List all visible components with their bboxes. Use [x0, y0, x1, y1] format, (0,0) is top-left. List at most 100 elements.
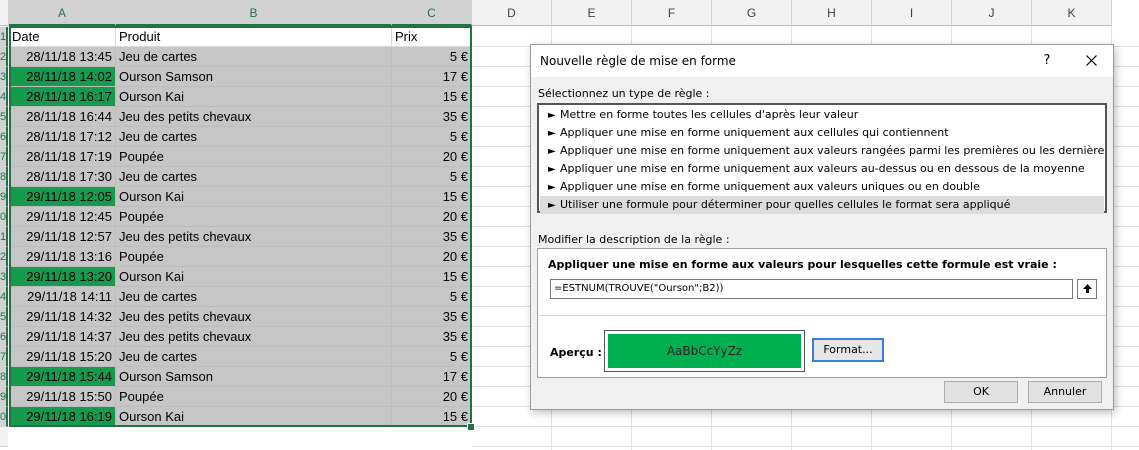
price-cell[interactable]: 15 €: [392, 267, 472, 287]
product-cell[interactable]: Ourson Kai: [116, 87, 392, 107]
date-cell[interactable]: 28/11/18 16:44: [9, 107, 116, 127]
close-button[interactable]: [1079, 50, 1103, 72]
column-header-h[interactable]: H: [792, 0, 872, 26]
product-cell[interactable]: Ourson Kai: [116, 187, 392, 207]
corner-cell[interactable]: [0, 0, 9, 26]
rule-type-item[interactable]: ► Appliquer une mise en forme uniquement …: [540, 178, 1104, 196]
date-cell[interactable]: 29/11/18 13:16: [9, 247, 116, 267]
price-cell[interactable]: 35 €: [392, 227, 472, 247]
price-cell[interactable]: 5 €: [392, 167, 472, 187]
date-cell[interactable]: 29/11/18 14:11: [9, 287, 116, 307]
price-cell[interactable]: 35 €: [392, 307, 472, 327]
row-header[interactable]: 9: [0, 187, 8, 207]
product-cell[interactable]: Poupée: [116, 247, 392, 267]
price-cell[interactable]: 17 €: [392, 67, 472, 87]
rule-type-item[interactable]: ► Appliquer une mise en forme uniquement …: [540, 142, 1104, 160]
row-header[interactable]: 8: [0, 167, 8, 187]
row-header[interactable]: 6: [0, 127, 8, 147]
date-cell[interactable]: 28/11/18 17:19: [9, 147, 116, 167]
date-cell[interactable]: 29/11/18 12:05: [9, 187, 116, 207]
product-cell[interactable]: Jeu de cartes: [116, 167, 392, 187]
product-cell[interactable]: Ourson Kai: [116, 267, 392, 287]
row-header[interactable]: 7: [0, 347, 8, 367]
column-header-f[interactable]: F: [632, 0, 712, 26]
row-header[interactable]: 8: [0, 367, 8, 387]
date-cell[interactable]: 29/11/18 13:20: [9, 267, 116, 287]
row-header[interactable]: 2: [0, 247, 8, 267]
row-header[interactable]: 9: [0, 387, 8, 407]
date-cell[interactable]: 29/11/18 15:50: [9, 387, 116, 407]
column-header-a[interactable]: A: [9, 0, 116, 26]
column-header-i[interactable]: I: [872, 0, 952, 26]
product-cell[interactable]: Poupée: [116, 147, 392, 167]
rule-type-item[interactable]: ► Utiliser une formule pour déterminer po…: [540, 196, 1104, 214]
column-header-e[interactable]: E: [552, 0, 632, 26]
column-header-d[interactable]: D: [472, 0, 552, 26]
product-cell[interactable]: Jeu de cartes: [116, 47, 392, 67]
date-cell[interactable]: 29/11/18 14:37: [9, 327, 116, 347]
date-cell[interactable]: 29/11/18 14:32: [9, 307, 116, 327]
product-cell[interactable]: Jeu de cartes: [116, 127, 392, 147]
collapse-dialog-button[interactable]: [1077, 279, 1097, 299]
price-cell[interactable]: 15 €: [392, 187, 472, 207]
rule-type-list[interactable]: ► Mettre en forme toutes les cellules d'a…: [537, 103, 1107, 214]
price-cell[interactable]: 5 €: [392, 127, 472, 147]
help-button[interactable]: ?: [1035, 50, 1059, 72]
price-cell[interactable]: 20 €: [392, 207, 472, 227]
product-cell[interactable]: Jeu des petits chevaux: [116, 107, 392, 127]
product-cell[interactable]: Jeu des petits chevaux: [116, 327, 392, 347]
date-cell[interactable]: 28/11/18 17:30: [9, 167, 116, 187]
price-cell[interactable]: 17 €: [392, 367, 472, 387]
product-cell[interactable]: Ourson Samson: [116, 367, 392, 387]
row-header[interactable]: 0: [0, 207, 8, 227]
price-cell[interactable]: 5 €: [392, 287, 472, 307]
row-header[interactable]: 2: [0, 47, 8, 67]
product-cell[interactable]: Jeu des petits chevaux: [116, 307, 392, 327]
row-header[interactable]: 3: [0, 267, 8, 287]
date-cell[interactable]: 28/11/18 17:12: [9, 127, 116, 147]
date-cell[interactable]: 28/11/18 13:45: [9, 47, 116, 67]
date-cell[interactable]: 29/11/18 12:57: [9, 227, 116, 247]
price-cell[interactable]: 35 €: [392, 327, 472, 347]
date-cell[interactable]: 29/11/18 16:19: [9, 407, 116, 427]
row-header[interactable]: 4: [0, 87, 8, 107]
product-cell[interactable]: Jeu de cartes: [116, 287, 392, 307]
price-cell[interactable]: 15 €: [392, 87, 472, 107]
header-produit[interactable]: Produit: [116, 27, 392, 47]
header-prix[interactable]: Prix: [392, 27, 472, 47]
fill-handle[interactable]: [467, 423, 475, 431]
row-header[interactable]: 7: [0, 147, 8, 167]
column-header-b[interactable]: B: [116, 0, 392, 26]
product-cell[interactable]: Ourson Samson: [116, 67, 392, 87]
product-cell[interactable]: Ourson Kai: [116, 407, 392, 427]
product-cell[interactable]: Poupée: [116, 387, 392, 407]
row-header[interactable]: 1: [0, 27, 8, 47]
format-button[interactable]: Format...: [812, 338, 884, 362]
date-cell[interactable]: 28/11/18 14:02: [9, 67, 116, 87]
rule-type-item[interactable]: ► Mettre en forme toutes les cellules d'a…: [540, 106, 1104, 124]
header-date[interactable]: Date: [9, 27, 116, 47]
cancel-button[interactable]: Annuler: [1028, 381, 1102, 403]
column-header-g[interactable]: G: [712, 0, 792, 26]
price-cell[interactable]: 5 €: [392, 347, 472, 367]
price-cell[interactable]: 20 €: [392, 147, 472, 167]
date-cell[interactable]: 29/11/18 15:44: [9, 367, 116, 387]
product-cell[interactable]: Poupée: [116, 207, 392, 227]
date-cell[interactable]: 29/11/18 15:20: [9, 347, 116, 367]
row-header[interactable]: 3: [0, 67, 8, 87]
row-header[interactable]: 5: [0, 307, 8, 327]
row-header[interactable]: 0: [0, 407, 8, 427]
product-cell[interactable]: Jeu des petits chevaux: [116, 227, 392, 247]
ok-button[interactable]: OK: [944, 381, 1018, 403]
row-header[interactable]: 5: [0, 107, 8, 127]
row-header[interactable]: 1: [0, 227, 8, 247]
rule-type-item[interactable]: ► Appliquer une mise en forme uniquement …: [540, 160, 1104, 178]
formula-input[interactable]: =ESTNUM(TROUVE("Ourson";B2)): [550, 279, 1073, 299]
price-cell[interactable]: 35 €: [392, 107, 472, 127]
product-cell[interactable]: Jeu de cartes: [116, 347, 392, 367]
price-cell[interactable]: 20 €: [392, 387, 472, 407]
row-header[interactable]: [0, 427, 8, 447]
date-cell[interactable]: 29/11/18 12:45: [9, 207, 116, 227]
price-cell[interactable]: 5 €: [392, 47, 472, 67]
price-cell[interactable]: 15 €: [392, 407, 472, 427]
